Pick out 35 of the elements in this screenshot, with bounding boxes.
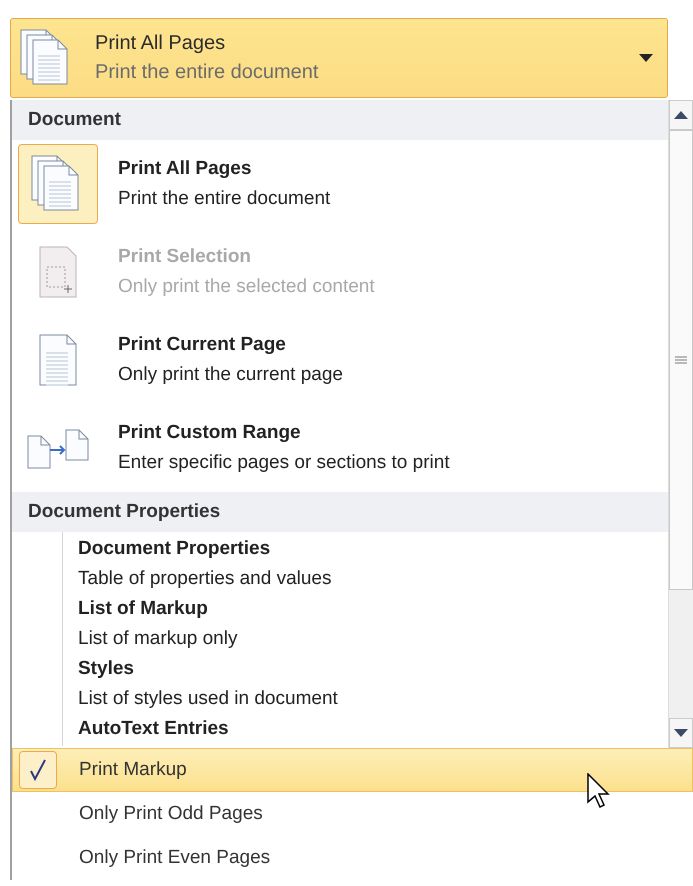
page-selection-icon [38, 245, 78, 299]
menu-item-title[interactable]: Print Custom Range [118, 422, 450, 444]
option-label: Print Markup [79, 759, 187, 781]
menu-item-title[interactable]: Document Properties [78, 538, 668, 560]
print-range-dropdown[interactable]: Print All Pages Print the entire document [10, 18, 668, 98]
section-heading: Document [12, 100, 668, 140]
caret-icon [639, 54, 653, 62]
option-label: Only Print Even Pages [79, 847, 270, 869]
menu-item-title[interactable]: List of Markup [78, 598, 668, 620]
menu-item-icon-frame[interactable] [18, 144, 98, 224]
checkmark-icon [30, 759, 46, 781]
menu-item-description: Only print the current page [118, 364, 343, 386]
menu-item-description: Table of properties and values [78, 568, 332, 590]
section-heading: Document Properties [12, 492, 668, 532]
menu-item-description: List of styles used in document [78, 688, 339, 710]
menu-option[interactable]: Only Print Odd Pages [12, 792, 693, 836]
option-label: Only Print Odd Pages [79, 803, 263, 825]
menu-item-title[interactable]: Styles [78, 658, 668, 680]
dropdown-subtitle: Print the entire document [95, 61, 320, 84]
dropdown-title: Print All Pages [95, 32, 226, 55]
grip-icon [675, 356, 687, 364]
menu-option[interactable]: Only Print Even Pages [12, 836, 693, 880]
scroll-down-icon[interactable] [674, 729, 688, 737]
document-page-icon [38, 333, 78, 387]
scroll-up-icon[interactable] [674, 111, 688, 119]
menu-item-title[interactable]: Print Current Page [118, 334, 343, 356]
menu-item-description: Only print the selected content [118, 276, 375, 298]
menu-option[interactable]: Print Markup [12, 748, 693, 792]
scrollbar[interactable] [668, 100, 693, 748]
menu-item-title[interactable]: AutoText Entries [78, 718, 668, 740]
mouse-pointer-icon [587, 773, 611, 809]
menu-item-description: List of markup only [78, 628, 238, 650]
menu-item-description: Enter specific pages or sections to print [118, 452, 450, 474]
menu-item-title[interactable]: Print All Pages [118, 158, 330, 180]
menu-item-description: Print the entire document [118, 188, 330, 210]
